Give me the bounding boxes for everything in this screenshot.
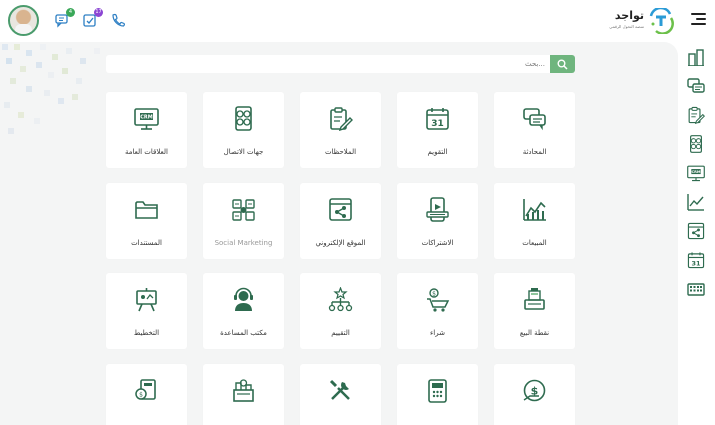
crm-icon: CRM: [134, 108, 159, 130]
notifications-icon[interactable]: 17: [82, 8, 103, 28]
top-bar: 4 17 تواجد منصة التحول الرقمي: [0, 0, 715, 42]
app-tile-label: نقطة البيع: [519, 329, 550, 337]
sidebar-item-contacts[interactable]: [687, 135, 705, 153]
svg-text:CRM: CRM: [140, 115, 153, 121]
expenses-icon: $: [135, 379, 156, 400]
chart-icon: [687, 194, 704, 211]
app-tile[interactable]: $ شراء: [397, 273, 478, 349]
app-tile[interactable]: نقطة البيع: [494, 273, 575, 349]
evaluation-icon: [328, 287, 353, 312]
sidebar-item-sales[interactable]: [687, 48, 705, 67]
app-tile-label: المستندات: [131, 239, 162, 247]
menu-icon[interactable]: [691, 13, 706, 25]
app-tile[interactable]: جهات الاتصال: [203, 92, 284, 168]
folder-icon: [135, 201, 158, 219]
logo-subtitle: منصة التحول الرقمي: [609, 24, 644, 29]
website-icon: [687, 222, 705, 240]
app-tile[interactable]: مكتب المساعدة: [203, 273, 284, 349]
notes-icon: [688, 106, 705, 125]
purchase-icon: $: [427, 288, 450, 312]
chat-bubbles-icon: [523, 108, 546, 131]
messages-icon[interactable]: 4: [54, 8, 75, 28]
app-tile-label: جهات الاتصال: [223, 148, 264, 156]
app-tile-label: مكتب المساعدة: [220, 329, 267, 337]
sidebar-item-crm[interactable]: CRM: [687, 164, 705, 182]
svg-text:$: $: [139, 392, 143, 399]
app-tile[interactable]: $: [106, 364, 187, 425]
manufacturing-icon: [428, 379, 447, 403]
keyboard-icon: [687, 283, 705, 296]
app-tile-label: التقويم: [427, 148, 448, 156]
svg-text:31: 31: [431, 119, 444, 129]
crm-icon: CRM: [687, 165, 705, 182]
search-input[interactable]: [145, 55, 545, 73]
calendar-icon: 31: [426, 108, 449, 130]
logo-mark-icon: [649, 8, 674, 34]
sales-icon: [688, 49, 704, 67]
sidebar-item-calendar[interactable]: 31: [687, 251, 705, 269]
sidebar-item-notes[interactable]: [687, 106, 705, 125]
sidebar: CRM 31: [678, 42, 715, 425]
app-tile-label: المبيعات: [522, 239, 547, 247]
messages-badge: 4: [66, 8, 75, 17]
app-tile-label: شراء: [430, 329, 445, 337]
notifications-badge: 17: [94, 8, 103, 17]
search-button[interactable]: [550, 55, 575, 73]
accounting-icon: [233, 379, 254, 402]
app-tile[interactable]: $: [494, 364, 575, 425]
app-tile-label: الملاحظات: [324, 148, 357, 156]
contacts-icon: [690, 135, 702, 153]
app-tile-label: التقييم: [331, 329, 350, 337]
sidebar-item-chat[interactable]: [687, 77, 705, 95]
app-tile[interactable]: CRM العلاقات العامة: [106, 92, 187, 168]
logo-title: تواجد: [614, 9, 644, 22]
app-tile[interactable]: 31 التقويم: [397, 92, 478, 168]
phone-icon[interactable]: [110, 12, 126, 28]
planning-icon: [136, 288, 157, 312]
app-tile[interactable]: المبيعات: [494, 183, 575, 259]
app-tile-label: التخطيط: [133, 329, 160, 337]
subscriptions-icon: [426, 197, 449, 222]
contacts-icon: [235, 106, 252, 131]
app-tile-label: Social Marketing: [214, 239, 273, 247]
repairs-icon: [329, 379, 350, 400]
app-tile[interactable]: التخطيط: [106, 273, 187, 349]
chat-icon: [687, 78, 705, 93]
logo: تواجد منصة التحول الرقمي: [608, 7, 676, 35]
app-tile[interactable]: المحادثة: [494, 92, 575, 168]
inventory-icon: $: [523, 379, 546, 402]
app-tile-label: الاشتراكات: [421, 239, 454, 247]
app-tile[interactable]: المستندات: [106, 183, 187, 259]
main-content: المحادثة 31 التقويم الملاحظات جهات الاتصال CR…: [0, 42, 678, 425]
app-tile-label: المحادثة: [522, 148, 547, 156]
svg-text:CRM: CRM: [692, 170, 701, 174]
app-tile[interactable]: التقييم: [300, 273, 381, 349]
point-of-sale-icon: [524, 288, 545, 310]
app-tile[interactable]: [300, 364, 381, 425]
helpdesk-icon: [234, 287, 253, 311]
app-tile[interactable]: الاشتراكات: [397, 183, 478, 259]
search-bar: [106, 55, 575, 73]
sales-chart-icon: [523, 199, 546, 221]
social-marketing-icon: [232, 199, 255, 221]
sidebar-item-keyboard[interactable]: [687, 280, 705, 298]
app-tile[interactable]: الموقع الإلكتروني: [300, 183, 381, 259]
svg-text:31: 31: [691, 259, 701, 267]
app-tile[interactable]: Social Marketing: [203, 183, 284, 259]
search-icon: [557, 59, 568, 70]
app-tile[interactable]: [203, 364, 284, 425]
app-tile-label: الموقع الإلكتروني: [315, 239, 366, 247]
sidebar-item-chart[interactable]: [687, 193, 705, 211]
app-tile[interactable]: الملاحظات: [300, 92, 381, 168]
svg-text:$: $: [432, 291, 436, 298]
calendar-icon: 31: [687, 252, 705, 269]
website-icon: [329, 198, 352, 221]
notes-icon: [330, 107, 353, 131]
app-tile-label: العلاقات العامة: [124, 148, 168, 156]
avatar[interactable]: [8, 5, 39, 36]
sidebar-item-website[interactable]: [687, 222, 705, 240]
app-tile[interactable]: [397, 364, 478, 425]
